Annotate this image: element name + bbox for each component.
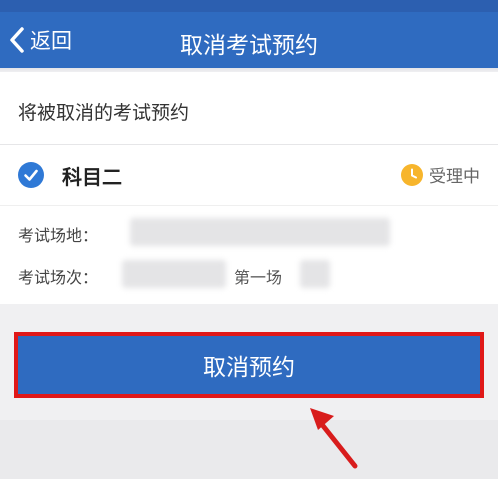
status-bar: [0, 0, 498, 12]
page-title: 取消考试预约: [180, 33, 318, 59]
divider: [0, 205, 498, 206]
status-badge: 受理中: [401, 162, 480, 187]
subject-row[interactable]: 科目二 受理中: [0, 145, 498, 205]
appointment-card: 将被取消的考试预约 科目二 受理中 考试场地： 考试场次： 第一场: [0, 72, 498, 304]
cancel-appointment-button[interactable]: 取消预约: [14, 332, 484, 398]
redacted-place-value: [130, 218, 390, 246]
exam-session-label: 考试场次：: [18, 268, 99, 287]
subject-name: 科目二: [62, 165, 122, 189]
exam-session-value: 第一场: [234, 268, 283, 287]
status-text: 受理中: [429, 167, 480, 187]
redacted-session-date: [122, 260, 226, 288]
nav-header: 返回 取消考试预约: [0, 12, 498, 68]
section-title: 将被取消的考试预约: [18, 102, 190, 124]
exam-place-label: 考试场地：: [18, 226, 99, 245]
clock-icon: [401, 163, 423, 186]
check-circle-icon[interactable]: [18, 162, 44, 188]
pointer-arrow-icon: [310, 408, 358, 469]
redacted-session-time: [300, 260, 330, 288]
bottom-area: [0, 420, 498, 479]
